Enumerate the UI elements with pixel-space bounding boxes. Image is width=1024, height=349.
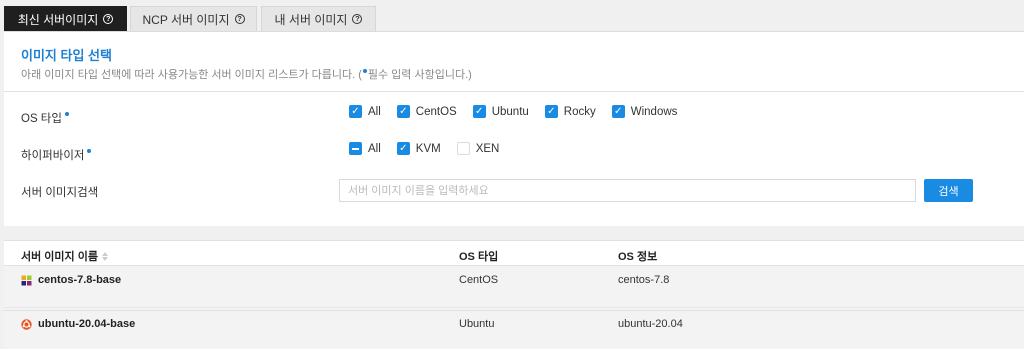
checkbox-checked-icon[interactable]: ✓ bbox=[472, 105, 486, 118]
os-info-cell: ubuntu-20.04 bbox=[618, 318, 683, 330]
checkbox-unchecked-icon[interactable] bbox=[456, 142, 470, 155]
os-checkbox-rocky[interactable]: ✓ Rocky bbox=[544, 105, 596, 118]
required-dot-icon bbox=[87, 149, 92, 153]
checkbox-checked-icon[interactable]: ✓ bbox=[396, 142, 410, 155]
checkbox-checked-icon[interactable]: ✓ bbox=[544, 105, 558, 118]
checkbox-label: Ubuntu bbox=[491, 105, 529, 118]
os-checkbox-windows[interactable]: ✓ Windows bbox=[611, 105, 678, 118]
panel-description: 아래 이미지 타입 선택에 따라 사용가능한 서버 이미지 리스트가 다릅니다.… bbox=[21, 66, 472, 82]
column-header-name[interactable]: 서버 이미지 이름 bbox=[21, 248, 109, 264]
hypervisor-checkbox-all[interactable]: All bbox=[349, 142, 381, 155]
tab-ncp-images[interactable]: NCP 서버 이미지 ? bbox=[130, 6, 257, 31]
image-tabs: 최신 서버이미지 ? NCP 서버 이미지 ? 내 서버 이미지 ? bbox=[0, 0, 1024, 31]
column-header-os-type: OS 타입 bbox=[459, 251, 499, 263]
table-row[interactable]: ubuntu-20.04-base Ubuntu ubuntu-20.04 bbox=[4, 310, 1024, 349]
sort-icon[interactable] bbox=[101, 252, 109, 262]
checkbox-label: Windows bbox=[630, 105, 678, 118]
table-row[interactable]: centos-7.8-base CentOS centos-7.8 bbox=[4, 267, 1024, 308]
description-text: 아래 이미지 타입 선택에 따라 사용가능한 서버 이미지 리스트가 다릅니다.… bbox=[21, 69, 362, 81]
help-icon[interactable]: ? bbox=[234, 14, 245, 24]
column-header-label: 서버 이미지 이름 bbox=[21, 251, 98, 263]
ubuntu-icon bbox=[21, 318, 32, 330]
required-dot-icon bbox=[362, 69, 367, 74]
os-checkbox-ubuntu[interactable]: ✓ Ubuntu bbox=[472, 105, 529, 118]
image-name-cell: centos-7.8-base bbox=[21, 274, 121, 286]
centos-icon bbox=[21, 275, 32, 286]
checkbox-label: XEN bbox=[475, 142, 500, 155]
search-button[interactable]: 검색 bbox=[924, 179, 973, 202]
image-search-input[interactable] bbox=[339, 179, 916, 202]
tab-label: 내 서버 이미지 bbox=[274, 12, 348, 27]
search-label: 서버 이미지검색 bbox=[21, 187, 99, 199]
os-type-label: OS 타입 bbox=[21, 110, 69, 126]
checkbox-label: KVM bbox=[415, 142, 441, 155]
hypervisor-label: 하이퍼바이저 bbox=[21, 147, 92, 163]
image-name: ubuntu-20.04-base bbox=[38, 318, 136, 330]
help-icon[interactable]: ? bbox=[352, 14, 363, 24]
tab-my-images[interactable]: 내 서버 이미지 ? bbox=[261, 6, 376, 31]
hypervisor-label-text: 하이퍼바이저 bbox=[21, 150, 85, 162]
os-checkbox-centos[interactable]: ✓ CentOS bbox=[396, 105, 457, 118]
hypervisor-checkbox-kvm[interactable]: ✓ KVM bbox=[396, 142, 441, 155]
server-image-table: 서버 이미지 이름 OS 타입 OS 정보 centos-7.8-base Ce… bbox=[4, 240, 1024, 349]
required-dot-icon bbox=[64, 112, 69, 116]
checkbox-label: CentOS bbox=[415, 105, 457, 118]
divider bbox=[4, 91, 1024, 92]
description-text: 필수 입력 사항입니다.) bbox=[367, 69, 472, 81]
image-name-cell: ubuntu-20.04-base bbox=[21, 318, 135, 330]
checkbox-checked-icon[interactable]: ✓ bbox=[611, 105, 625, 118]
image-name: centos-7.8-base bbox=[38, 274, 122, 286]
checkbox-label: Rocky bbox=[563, 105, 596, 118]
checkbox-label: All bbox=[368, 142, 381, 155]
hypervisor-checkbox-group: All ✓ KVM XEN bbox=[349, 142, 515, 155]
tab-label: NCP 서버 이미지 bbox=[142, 12, 230, 27]
tab-label: 최신 서버이미지 bbox=[17, 12, 99, 27]
checkbox-label: All bbox=[368, 105, 381, 118]
os-info-cell: centos-7.8 bbox=[618, 274, 670, 286]
checkbox-partial-icon[interactable] bbox=[349, 142, 362, 155]
os-type-label-text: OS 타입 bbox=[21, 113, 62, 125]
panel-title: 이미지 타입 선택 bbox=[21, 48, 112, 63]
hypervisor-checkbox-xen[interactable]: XEN bbox=[456, 142, 500, 155]
checkbox-checked-icon[interactable]: ✓ bbox=[349, 105, 362, 118]
column-header-os-info: OS 정보 bbox=[618, 251, 658, 263]
os-type-checkbox-group: ✓ All ✓ CentOS ✓ Ubuntu ✓ Rocky ✓ Windows bbox=[349, 105, 693, 118]
os-checkbox-all[interactable]: ✓ All bbox=[349, 105, 381, 118]
image-type-panel: 이미지 타입 선택 아래 이미지 타입 선택에 따라 사용가능한 서버 이미지 … bbox=[4, 31, 1024, 226]
os-type-cell: Ubuntu bbox=[459, 318, 495, 330]
help-icon[interactable]: ? bbox=[103, 14, 114, 24]
checkbox-checked-icon[interactable]: ✓ bbox=[396, 105, 410, 118]
tab-latest-images[interactable]: 최신 서버이미지 ? bbox=[4, 6, 127, 31]
table-header: 서버 이미지 이름 OS 타입 OS 정보 bbox=[4, 240, 1024, 266]
os-type-cell: CentOS bbox=[459, 274, 499, 286]
